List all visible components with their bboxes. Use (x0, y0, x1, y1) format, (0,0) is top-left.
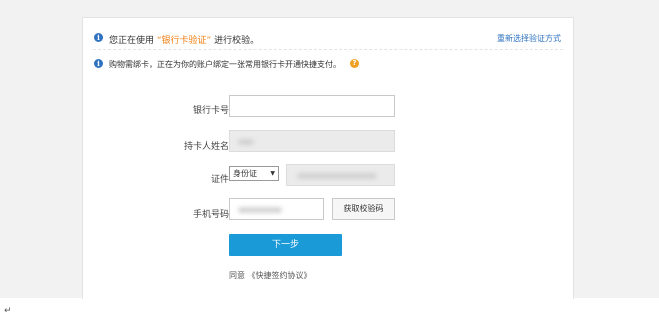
holder-name-label: 持卡人姓名 (183, 142, 229, 152)
id-type-value: 身份证 (233, 169, 257, 178)
verification-notice: 您正在使用 “银行卡验证” 进行校验。 (109, 33, 259, 46)
id-type-select[interactable]: 身份证 ▼ (229, 166, 279, 181)
masked-id-number (297, 173, 377, 179)
card-number-input[interactable] (229, 95, 395, 117)
holder-name-field (229, 130, 395, 152)
masked-phone (238, 207, 282, 213)
page-background: i 您正在使用 “银行卡验证” 进行校验。 重新选择验证方式 i 购物需绑卡，正… (0, 0, 659, 299)
info-icon: i (94, 59, 103, 68)
phone-label: 手机号码 (192, 210, 229, 220)
get-code-button[interactable]: 获取校验码 (332, 198, 395, 220)
verification-card: i 您正在使用 “银行卡验证” 进行校验。 重新选择验证方式 i 购物需绑卡，正… (82, 17, 574, 299)
verification-method: “银行卡验证” (156, 36, 212, 46)
card-number-label: 银行卡号 (192, 106, 229, 116)
phone-input[interactable] (229, 198, 324, 220)
id-number-field (286, 164, 395, 186)
agreement: 同意 《快捷签约协议》 (229, 270, 312, 281)
bind-card-tip: 购物需绑卡，正在为你的账户绑定一张常用银行卡开通快捷支付。 (109, 60, 341, 69)
switch-verification-link[interactable]: 重新选择验证方式 (497, 33, 561, 44)
help-icon[interactable]: ? (350, 59, 359, 68)
id-label: 证件 (210, 175, 229, 185)
notice-suffix: 进行校验。 (214, 36, 260, 46)
divider (93, 49, 563, 50)
agreement-prefix: 同意 (229, 271, 245, 280)
info-icon: i (94, 33, 103, 42)
next-button[interactable]: 下一步 (229, 234, 342, 256)
return-mark: ↵ (4, 306, 12, 316)
masked-name (238, 139, 254, 145)
chevron-down-icon: ▼ (270, 170, 275, 177)
protocol-link[interactable]: 《快捷签约协议》 (248, 271, 312, 280)
notice-prefix: 您正在使用 (109, 36, 155, 46)
